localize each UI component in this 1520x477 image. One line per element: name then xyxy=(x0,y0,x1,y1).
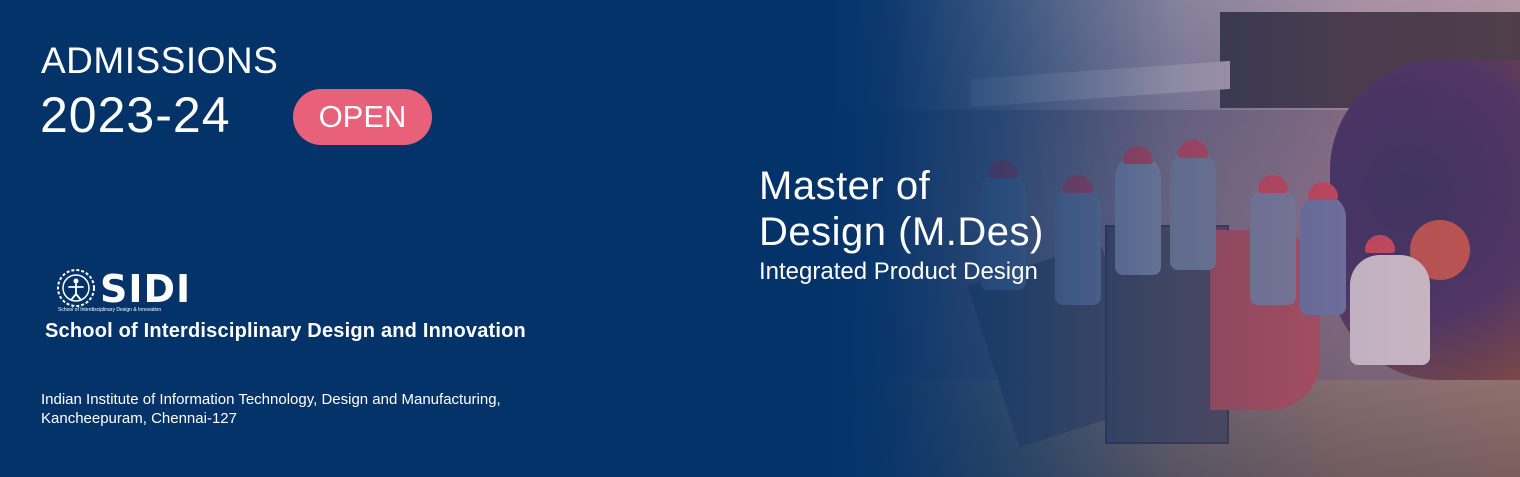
program-specialization: Integrated Product Design xyxy=(759,258,1038,285)
open-badge: OPEN xyxy=(293,89,432,145)
institute-line-1: Indian Institute of Information Technolo… xyxy=(41,391,501,408)
program-title-line-2: Design (M.Des) xyxy=(759,210,1044,254)
admissions-year: 2023-24 xyxy=(40,87,231,143)
sidi-emblem-icon xyxy=(57,269,95,307)
institute-address: Indian Institute of Information Technolo… xyxy=(41,390,501,428)
sidi-logo-tagline: School of Interdisciplinary Design & Inn… xyxy=(58,307,162,313)
sidi-logo: SIDI School of Interdisciplinary Design … xyxy=(55,267,195,315)
program-block: Master of Design (M.Des) Integrated Prod… xyxy=(759,163,1044,287)
admissions-banner: ADMISSIONS 2023-24 OPEN SIDI School of I… xyxy=(0,0,1520,477)
admissions-label: ADMISSIONS xyxy=(41,40,279,81)
institute-line-2: Kancheepuram, Chennai-127 xyxy=(41,410,237,427)
program-title-line-1: Master of xyxy=(759,164,931,208)
sidi-wordmark: SIDI xyxy=(100,267,192,311)
school-name: School of Interdisciplinary Design and I… xyxy=(45,320,526,342)
